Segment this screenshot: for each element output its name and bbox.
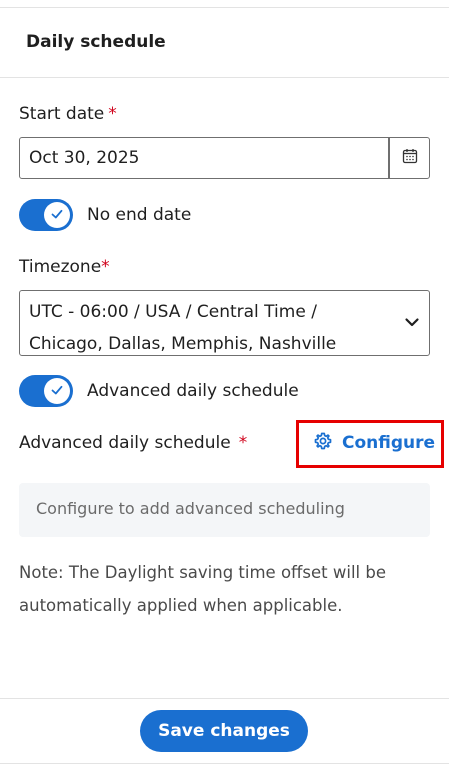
panel-title: Daily schedule [26, 32, 166, 52]
dst-note: Note: The Daylight saving time offset wi… [19, 563, 386, 615]
advanced-schedule-placeholder: Configure to add advanced scheduling [36, 499, 345, 518]
advanced-schedule-empty-state: Configure to add advanced scheduling [19, 483, 430, 537]
required-mark: * [101, 257, 110, 277]
daily-schedule-panel: Daily schedule Start date * Oct 30, 2025 … [0, 0, 449, 767]
bottom-divider [0, 763, 449, 764]
required-mark: * [108, 104, 117, 124]
timezone-value: UTC - 06:00 / USA / Central Time / Chica… [29, 296, 389, 360]
timezone-select[interactable]: UTC - 06:00 / USA / Central Time / Chica… [19, 290, 430, 356]
timezone-value-line2: Chicago, Dallas, Memphis, Nashville [29, 334, 337, 354]
start-date-input[interactable]: Oct 30, 2025 [19, 137, 389, 179]
start-date-label-group: Start date * [19, 104, 117, 124]
toggle-knob [44, 202, 70, 228]
configure-label: Configure [342, 433, 436, 453]
check-icon [50, 206, 64, 225]
configure-button[interactable]: Configure [314, 431, 435, 455]
advanced-schedule-label: Advanced daily schedule [19, 433, 231, 453]
timezone-value-line1: UTC - 06:00 / USA / Central Time / [29, 302, 317, 322]
timezone-label-group: Timezone* [19, 257, 110, 277]
gear-icon [314, 432, 332, 455]
no-end-date-toggle[interactable] [19, 199, 73, 231]
advanced-schedule-label-group: Advanced daily schedule * [19, 433, 247, 453]
toggle-knob [44, 378, 70, 404]
calendar-icon [402, 148, 418, 168]
panel-header: Daily schedule [0, 8, 449, 78]
footer-divider [0, 698, 449, 699]
check-icon [50, 382, 64, 401]
no-end-date-label: No end date [87, 205, 192, 225]
timezone-label: Timezone [19, 257, 102, 277]
chevron-down-icon [403, 313, 421, 331]
advanced-schedule-toggle[interactable] [19, 375, 73, 407]
advanced-schedule-toggle-label: Advanced daily schedule [87, 381, 299, 401]
required-mark: * [238, 433, 248, 453]
save-changes-button[interactable]: Save changes [140, 710, 308, 752]
start-date-label: Start date [19, 104, 105, 124]
calendar-button[interactable] [389, 137, 430, 179]
